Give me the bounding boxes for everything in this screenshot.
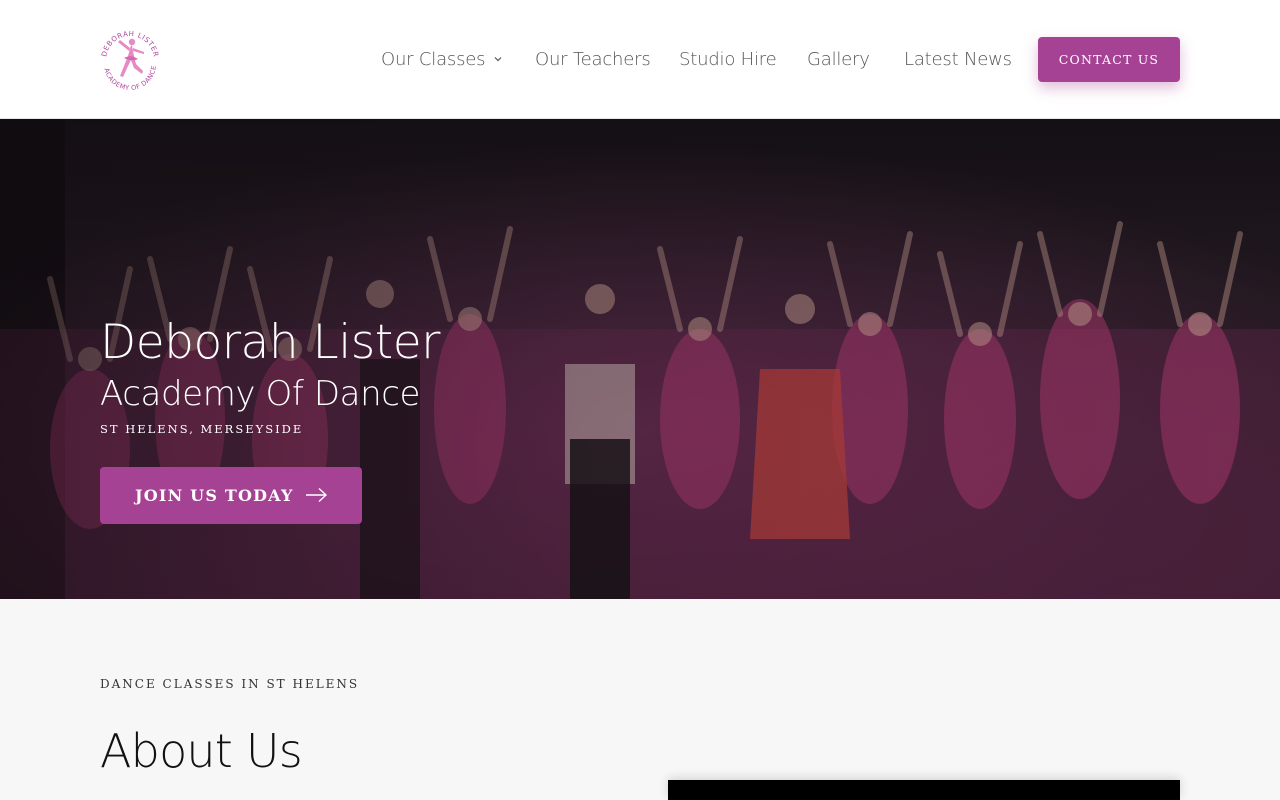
hero-location: ST HELENS, MERSEYSIDE — [100, 422, 304, 436]
hero-title: Deborah Lister — [100, 315, 440, 370]
nav-our-classes[interactable]: Our Classes — [381, 46, 503, 72]
main-nav: Our Classes Our Teachers Studio Hire Gal… — [0, 0, 1280, 119]
join-button-label: JOIN US TODAY — [135, 486, 294, 505]
about-title: About Us — [100, 724, 303, 778]
arrow-right-icon — [305, 487, 329, 507]
about-eyebrow: DANCE CLASSES IN ST HELENS — [100, 677, 360, 691]
join-us-today-button[interactable]: JOIN US TODAY — [100, 467, 362, 524]
nav-studio-hire[interactable]: Studio Hire — [679, 46, 777, 72]
contact-us-button[interactable]: CONTACT US — [1038, 37, 1180, 82]
site-header: DEBORAH LISTER ACADEMY OF DANCE Our Clas… — [0, 0, 1280, 119]
chevron-down-icon — [493, 54, 503, 64]
nav-our-teachers[interactable]: Our Teachers — [535, 46, 651, 72]
hero-subtitle: Academy Of Dance — [100, 374, 421, 414]
nav-our-classes-label: Our Classes — [381, 48, 486, 70]
nav-gallery[interactable]: Gallery — [807, 46, 870, 72]
hero-section: Deborah Lister Academy Of Dance ST HELEN… — [0, 119, 1280, 599]
nav-latest-news[interactable]: Latest News — [904, 46, 1012, 72]
about-video[interactable] — [668, 780, 1180, 800]
